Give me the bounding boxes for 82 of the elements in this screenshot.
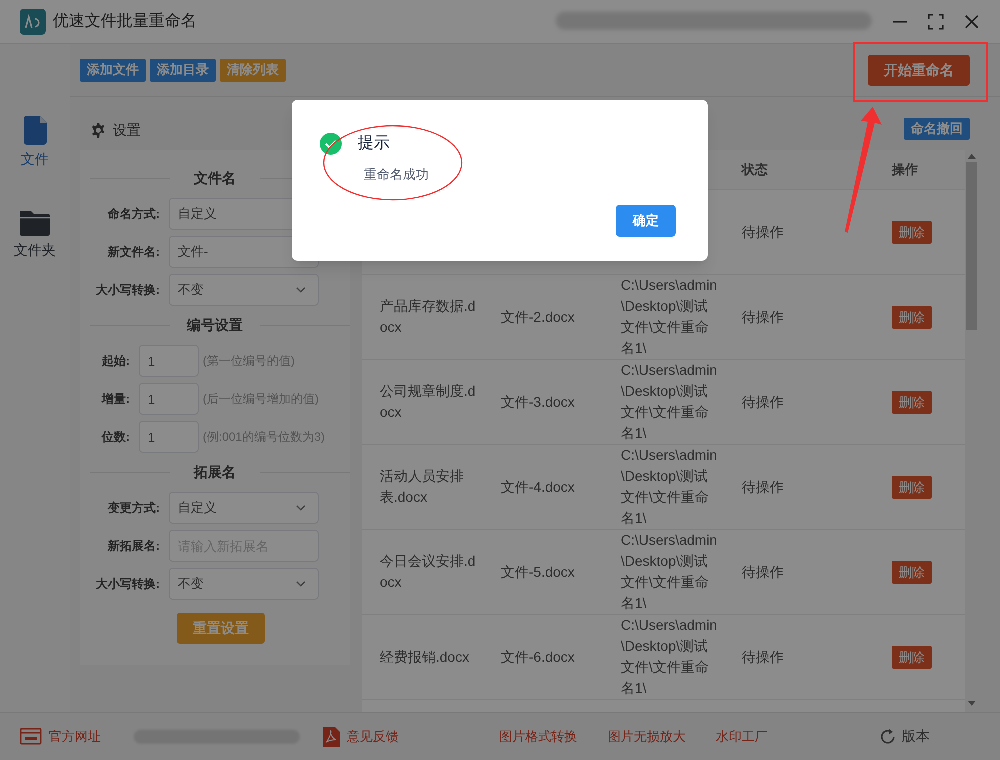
table-cell-text: 经费报销.docx — [380, 648, 470, 666]
column-header: 操作 — [892, 162, 918, 176]
field-label: 命名方式: — [107, 206, 160, 223]
field-label: 变更方式: — [106, 500, 160, 517]
toolbar-button[interactable]: 添加目录 — [150, 58, 216, 82]
dialog-message: 重命名成功 — [364, 166, 429, 184]
number-input[interactable]: 1 — [139, 421, 199, 453]
dropdown[interactable]: 不变 — [169, 568, 319, 600]
chevron-down-icon — [296, 287, 306, 293]
table-cell-text: C:\Users\admin\Desktop\测试文件\文件重命名1\ — [621, 361, 718, 443]
table-cell-text: 待操作 — [742, 562, 785, 582]
footer-link[interactable]: 意见反馈 — [346, 726, 399, 746]
chevron-down-icon — [296, 581, 306, 587]
refresh-icon[interactable] — [880, 728, 896, 744]
close-icon[interactable] — [964, 14, 980, 30]
delete-button[interactable]: 删除 — [892, 476, 932, 498]
delete-button[interactable]: 删除 — [892, 306, 932, 328]
undo-rename-button[interactable]: 命名撤回 — [904, 118, 970, 140]
table-cell-text: C:\Users\admin\Desktop\测试文件\文件重命名1\ — [621, 616, 718, 698]
sidebar-item[interactable]: 文件 — [21, 116, 49, 170]
field-label: 大小写转换: — [95, 576, 160, 593]
table-cell-text: 文件-4.docx — [501, 478, 576, 496]
table-cell-text: 待操作 — [742, 222, 785, 242]
table-cell-text: C:\Users\admin\Desktop\测试文件\文件重命名1\ — [621, 531, 718, 613]
dropdown[interactable]: 自定义 — [169, 492, 319, 524]
chevron-down-icon — [296, 505, 306, 511]
reset-settings-button[interactable]: 重置设置 — [177, 613, 265, 644]
footer-link[interactable]: 图片格式转换 — [500, 726, 578, 746]
section-heading: 文件名 — [193, 168, 237, 188]
scroll-down-icon[interactable] — [968, 701, 976, 706]
number-input[interactable]: 1 — [139, 345, 199, 377]
dialog-title: 提示 — [358, 134, 390, 154]
table-cell-text: 待操作 — [742, 478, 785, 496]
table-cell-text: 文件-6.docx — [501, 648, 576, 666]
dropdown[interactable]: 不变 — [169, 274, 319, 306]
toolbar-button[interactable]: 添加文件 — [80, 58, 146, 82]
table-cell-text: 待操作 — [742, 392, 785, 412]
app-logo-icon — [20, 8, 46, 34]
delete-button[interactable]: 删除 — [892, 220, 932, 244]
table-cell-text: 今日会议安排.docx — [380, 552, 477, 592]
table-cell-text: C:\Users\admin\Desktop\测试文件\文件重命名1\ — [621, 446, 718, 528]
table-cell-text: 公司规章制度.docx — [380, 382, 477, 422]
ok-button[interactable]: 确定 — [616, 205, 676, 237]
pdf-icon — [322, 726, 340, 746]
footer-link[interactable]: 官方网址 — [49, 726, 101, 746]
delete-button[interactable]: 删除 — [892, 390, 932, 414]
success-check-icon — [320, 133, 342, 155]
field-label: 增量: — [100, 391, 130, 408]
table-cell-text: C:\Users\admin\Desktop\测试文件\文件重命名1\ — [621, 276, 718, 358]
table-cell-text: 活动人员安排表.docx — [380, 467, 465, 507]
field-label: 起始: — [101, 353, 130, 370]
toolbar-button[interactable]: 清除列表 — [220, 58, 286, 82]
delete-button[interactable]: 删除 — [892, 646, 932, 668]
table-cell-text: 文件-3.docx — [501, 392, 576, 412]
column-header: 状态 — [742, 162, 768, 176]
field-label: 新拓展名: — [107, 538, 160, 555]
field-label: 新文件名: — [107, 244, 160, 261]
table-cell-text: 文件-5.docx — [501, 562, 576, 582]
start-rename-button[interactable]: 开始重命名 — [868, 54, 970, 86]
document-icon — [24, 116, 46, 145]
folder-icon — [20, 210, 50, 236]
scrollbar-thumb[interactable] — [966, 162, 977, 330]
window-title: 优速文件批量重命名 — [53, 12, 197, 32]
maximize-icon[interactable] — [928, 14, 944, 30]
version-label: 版本 — [902, 727, 930, 746]
settings-icon — [90, 122, 107, 138]
delete-button[interactable]: 删除 — [892, 560, 932, 584]
table-cell-text: 待操作 — [742, 648, 785, 666]
table-cell-text: 待操作 — [742, 308, 785, 326]
footer-link[interactable]: 图片无损放大 — [608, 726, 686, 746]
section-heading: 编号设置 — [186, 316, 244, 334]
footer-link[interactable]: 水印工厂 — [716, 726, 768, 746]
scroll-up-icon[interactable] — [968, 154, 976, 159]
website-icon — [20, 728, 42, 745]
sidebar-item[interactable]: 文件夹 — [14, 210, 56, 261]
number-input[interactable]: 1 — [139, 383, 199, 415]
field-label: 位数: — [100, 429, 130, 446]
field-label: 大小写转换: — [95, 282, 160, 299]
table-cell-text: 产品库存数据.docx — [380, 297, 477, 337]
panel-title: 设置 — [113, 120, 141, 140]
section-heading: 拓展名 — [192, 462, 237, 482]
table-cell-text: 文件-2.docx — [501, 308, 576, 326]
